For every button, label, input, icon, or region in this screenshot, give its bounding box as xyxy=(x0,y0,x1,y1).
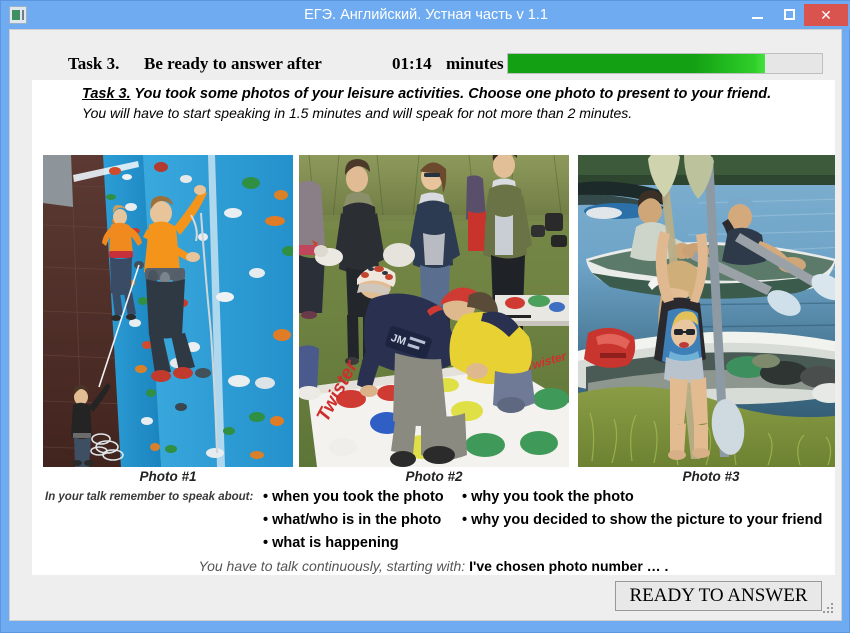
close-button[interactable]: ✕ xyxy=(804,4,848,26)
bullet-item: • when you took the photo xyxy=(263,486,444,509)
bullet-symbol: • xyxy=(462,512,468,528)
application-window: ЕГЭ. Английский. Устная часть v 1.1 ✕ Ta… xyxy=(0,0,850,633)
countdown-timer: 01:14 xyxy=(392,54,432,73)
task-heading-text: You took some photos of your leisure act… xyxy=(130,86,772,102)
bullet-text: when you took the photo xyxy=(272,489,444,505)
maximize-icon xyxy=(783,9,795,21)
bullet-text: why you decided to show the picture to y… xyxy=(471,512,823,528)
photo-2[interactable]: Twister Twister JM xyxy=(299,155,569,467)
bullet-item: • what/who is in the photo xyxy=(263,509,444,532)
bullet-text: what is happening xyxy=(272,535,399,551)
closing-prefix: You have to talk continuously, starting … xyxy=(198,558,466,574)
bullet-symbol: • xyxy=(462,489,468,505)
bullet-item: • what is happening xyxy=(263,532,444,555)
progress-fill xyxy=(508,54,766,73)
bullet-symbol: • xyxy=(263,489,269,505)
task-heading-prefix: Task 3. xyxy=(82,86,131,102)
remember-label: In your talk remember to speak about: xyxy=(45,491,254,503)
title-bar[interactable]: ЕГЭ. Английский. Устная часть v 1.1 ✕ xyxy=(1,1,850,29)
ready-after-label: Be ready to answer after xyxy=(144,54,322,73)
closing-phrase: I've chosen photo number … . xyxy=(469,558,669,574)
status-row: Task 3. Be ready to answer after 01:14 m… xyxy=(10,50,843,80)
client-area: Task 3. Be ready to answer after 01:14 m… xyxy=(9,29,842,621)
photo-3-image xyxy=(578,155,835,467)
bullet-item: • why you took the photo xyxy=(462,486,835,509)
bullet-symbol: • xyxy=(263,535,269,551)
minutes-label: minutes xyxy=(446,54,504,73)
photo-3-caption: Photo #3 xyxy=(682,469,740,484)
minimize-button[interactable] xyxy=(741,1,773,27)
task-instructions: Task 3. You took some photos of your lei… xyxy=(82,86,835,121)
task-content-panel: Task 3. You took some photos of your lei… xyxy=(32,80,835,575)
window-title: ЕГЭ. Английский. Устная часть v 1.1 xyxy=(304,7,548,23)
resize-grip[interactable] xyxy=(823,603,835,615)
photo-3[interactable] xyxy=(578,155,835,467)
bullet-item: • why you decided to show the picture to … xyxy=(462,509,835,532)
minimize-icon xyxy=(751,16,763,19)
task-heading: Task 3. You took some photos of your lei… xyxy=(82,86,835,102)
photo-1[interactable] xyxy=(43,155,293,467)
closing-instruction: You have to talk continuously, starting … xyxy=(32,558,835,574)
bullet-list-left: • when you took the photo • what/who is in… xyxy=(263,486,444,555)
photo-1-caption: Photo #1 xyxy=(139,469,197,484)
task-subheading: You will have to start speaking in 1.5 m… xyxy=(82,105,633,121)
bullet-text: what/who is in the photo xyxy=(272,512,442,528)
bullet-symbol: • xyxy=(263,512,269,528)
bullet-text: why you took the photo xyxy=(471,489,634,505)
bullet-list-right: • why you took the photo • why you decided… xyxy=(462,486,835,532)
maximize-button[interactable] xyxy=(773,1,805,27)
task-number-label: Task 3. xyxy=(68,54,120,73)
photo-2-caption: Photo #2 xyxy=(405,469,463,484)
countdown-progress-bar xyxy=(507,53,823,74)
ready-to-answer-button[interactable]: READY TO ANSWER xyxy=(615,581,822,611)
photo-1-image xyxy=(43,155,293,467)
photo-2-image: Twister Twister JM xyxy=(299,155,569,467)
